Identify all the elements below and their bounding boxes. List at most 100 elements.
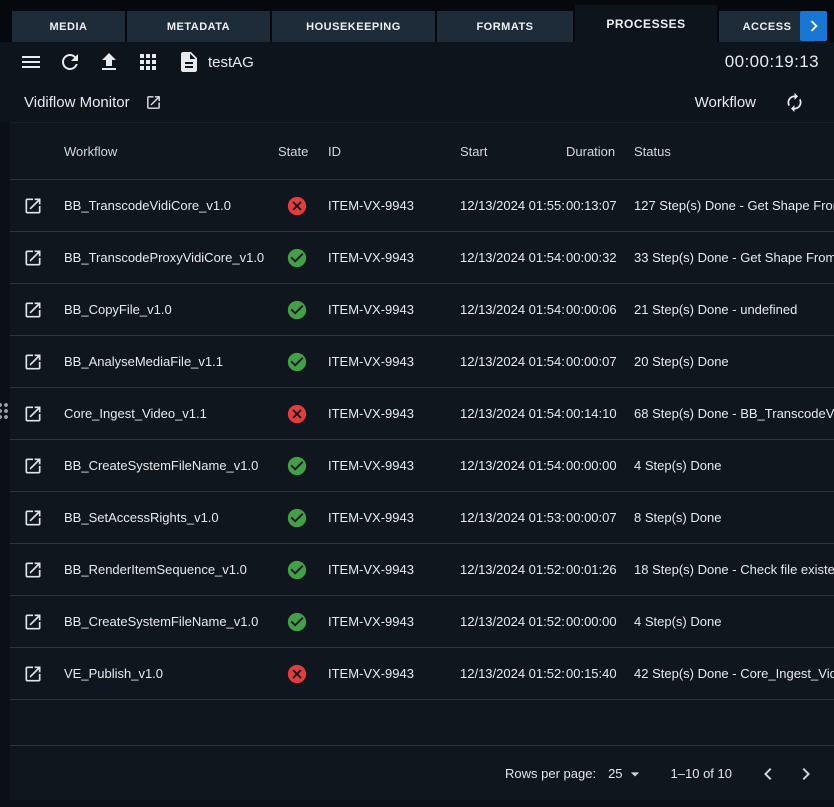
workflow-name: BB_SetAccessRights_v1.0	[64, 510, 278, 525]
duration-value: 00:00:07	[566, 510, 634, 525]
previous-page-button[interactable]	[754, 760, 782, 788]
item-id: ITEM-VX-9943	[328, 198, 460, 213]
status-text: 4 Step(s) Done	[634, 458, 834, 473]
drag-indicator-icon	[0, 399, 8, 423]
tab-housekeeping[interactable]: HOUSEKEEPING	[272, 11, 435, 42]
open-workflow-button[interactable]	[22, 403, 44, 425]
open-monitor-button[interactable]	[145, 93, 163, 111]
tabs-overflow-button[interactable]	[800, 11, 827, 41]
document-chip[interactable]: testAG	[177, 50, 254, 74]
pagination-range: 1–10 of 10	[671, 766, 732, 781]
duration-value: 00:01:26	[566, 562, 634, 577]
item-id: ITEM-VX-9943	[328, 510, 460, 525]
drawer-drag-handle[interactable]	[0, 392, 8, 430]
open-workflow-button[interactable]	[22, 611, 44, 633]
status-text: 33 Step(s) Done - Get Shape From I	[634, 250, 834, 265]
upload-button[interactable]	[97, 50, 121, 74]
duration-value: 00:00:00	[566, 458, 634, 473]
menu-button[interactable]	[19, 50, 43, 74]
status-text: 68 Step(s) Done - BB_TranscodeVid	[634, 406, 834, 421]
workflow-table-body: BB_TranscodeVidiCore_v1.0 ITEM-VX-9943 1…	[10, 180, 834, 700]
refresh-workflows-button[interactable]	[783, 91, 805, 113]
success-state-icon	[286, 351, 308, 373]
rows-per-page-label: Rows per page:	[505, 766, 596, 781]
open-workflow-button[interactable]	[22, 455, 44, 477]
item-id: ITEM-VX-9943	[328, 354, 460, 369]
state-cell	[278, 611, 328, 633]
state-cell	[278, 351, 328, 373]
workflow-name: BB_CreateSystemFileName_v1.0	[64, 458, 278, 473]
open-in-new-icon	[23, 456, 43, 476]
tab-formats[interactable]: FORMATS	[437, 11, 573, 42]
workflow-name: BB_AnalyseMediaFile_v1.1	[64, 354, 278, 369]
tab-processes[interactable]: PROCESSES	[575, 5, 717, 42]
state-cell	[278, 195, 328, 217]
refresh-icon	[58, 50, 82, 74]
tab-media[interactable]: MEDIA	[12, 11, 125, 42]
apps-button[interactable]	[136, 50, 160, 74]
table-row: VE_Publish_v1.0 ITEM-VX-9943 12/13/2024 …	[10, 648, 834, 700]
start-time: 12/13/2024 01:52:	[460, 614, 566, 629]
pagination-bar: Rows per page: 25 1–10 of 10	[10, 745, 834, 801]
state-cell	[278, 507, 328, 529]
rows-per-page-value: 25	[608, 766, 622, 781]
duration-value: 00:14:10	[566, 406, 634, 421]
duration-value: 00:00:06	[566, 302, 634, 317]
workflow-name: BB_RenderItemSequence_v1.0	[64, 562, 278, 577]
table-row: BB_CreateSystemFileName_v1.0 ITEM-VX-994…	[10, 440, 834, 492]
document-icon	[177, 50, 201, 74]
table-scroll-area[interactable]: Workflow State ID Start Duration Status …	[10, 123, 834, 745]
document-label: testAG	[208, 54, 254, 71]
table-row: BB_CopyFile_v1.0 ITEM-VX-9943 12/13/2024…	[10, 284, 834, 336]
autorenew-icon	[784, 92, 805, 113]
column-header-state: State	[278, 144, 328, 159]
open-workflow-button[interactable]	[22, 247, 44, 269]
table-row: BB_TranscodeVidiCore_v1.0 ITEM-VX-9943 1…	[10, 180, 834, 232]
column-header-workflow: Workflow	[64, 144, 278, 159]
state-cell	[278, 663, 328, 685]
item-id: ITEM-VX-9943	[328, 614, 460, 629]
tab-metadata[interactable]: METADATA	[127, 11, 270, 42]
toolbar: testAG 00:00:19:13	[0, 42, 834, 82]
open-workflow-button[interactable]	[22, 299, 44, 321]
open-in-new-icon	[23, 612, 43, 632]
table-row: Core_Ingest_Video_v1.1 ITEM-VX-9943 12/1…	[10, 388, 834, 440]
open-in-new-icon	[23, 300, 43, 320]
start-time: 12/13/2024 01:54:	[460, 302, 566, 317]
error-state-icon	[286, 403, 308, 425]
state-cell	[278, 247, 328, 269]
item-id: ITEM-VX-9943	[328, 302, 460, 317]
chevron-right-icon	[803, 15, 825, 37]
table-row: BB_RenderItemSequence_v1.0 ITEM-VX-9943 …	[10, 544, 834, 596]
workflow-name: BB_CreateSystemFileName_v1.0	[64, 614, 278, 629]
rows-per-page-select[interactable]: 25	[608, 764, 644, 784]
item-id: ITEM-VX-9943	[328, 458, 460, 473]
duration-value: 00:15:40	[566, 666, 634, 681]
open-in-new-icon	[23, 664, 43, 684]
open-workflow-button[interactable]	[22, 195, 44, 217]
workflow-name: Core_Ingest_Video_v1.1	[64, 406, 278, 421]
open-workflow-button[interactable]	[22, 351, 44, 373]
refresh-button[interactable]	[58, 50, 82, 74]
status-text: 8 Step(s) Done	[634, 510, 834, 525]
table-header: Workflow State ID Start Duration Status	[10, 123, 834, 180]
next-page-button[interactable]	[792, 760, 820, 788]
chevron-left-icon	[756, 762, 780, 786]
column-header-id: ID	[328, 144, 460, 159]
table-row: BB_SetAccessRights_v1.0 ITEM-VX-9943 12/…	[10, 492, 834, 544]
chevron-right-icon	[794, 762, 818, 786]
status-text: 4 Step(s) Done	[634, 614, 834, 629]
item-id: ITEM-VX-9943	[328, 666, 460, 681]
success-state-icon	[286, 507, 308, 529]
error-state-icon	[286, 195, 308, 217]
start-time: 12/13/2024 01:55:	[460, 198, 566, 213]
start-time: 12/13/2024 01:53:	[460, 510, 566, 525]
start-time: 12/13/2024 01:54:	[460, 250, 566, 265]
item-id: ITEM-VX-9943	[328, 406, 460, 421]
open-workflow-button[interactable]	[22, 663, 44, 685]
table-row: BB_TranscodeProxyVidiCore_v1.0 ITEM-VX-9…	[10, 232, 834, 284]
open-workflow-button[interactable]	[22, 559, 44, 581]
open-in-new-icon	[23, 508, 43, 528]
open-workflow-button[interactable]	[22, 507, 44, 529]
workflow-label: Workflow	[695, 94, 756, 111]
